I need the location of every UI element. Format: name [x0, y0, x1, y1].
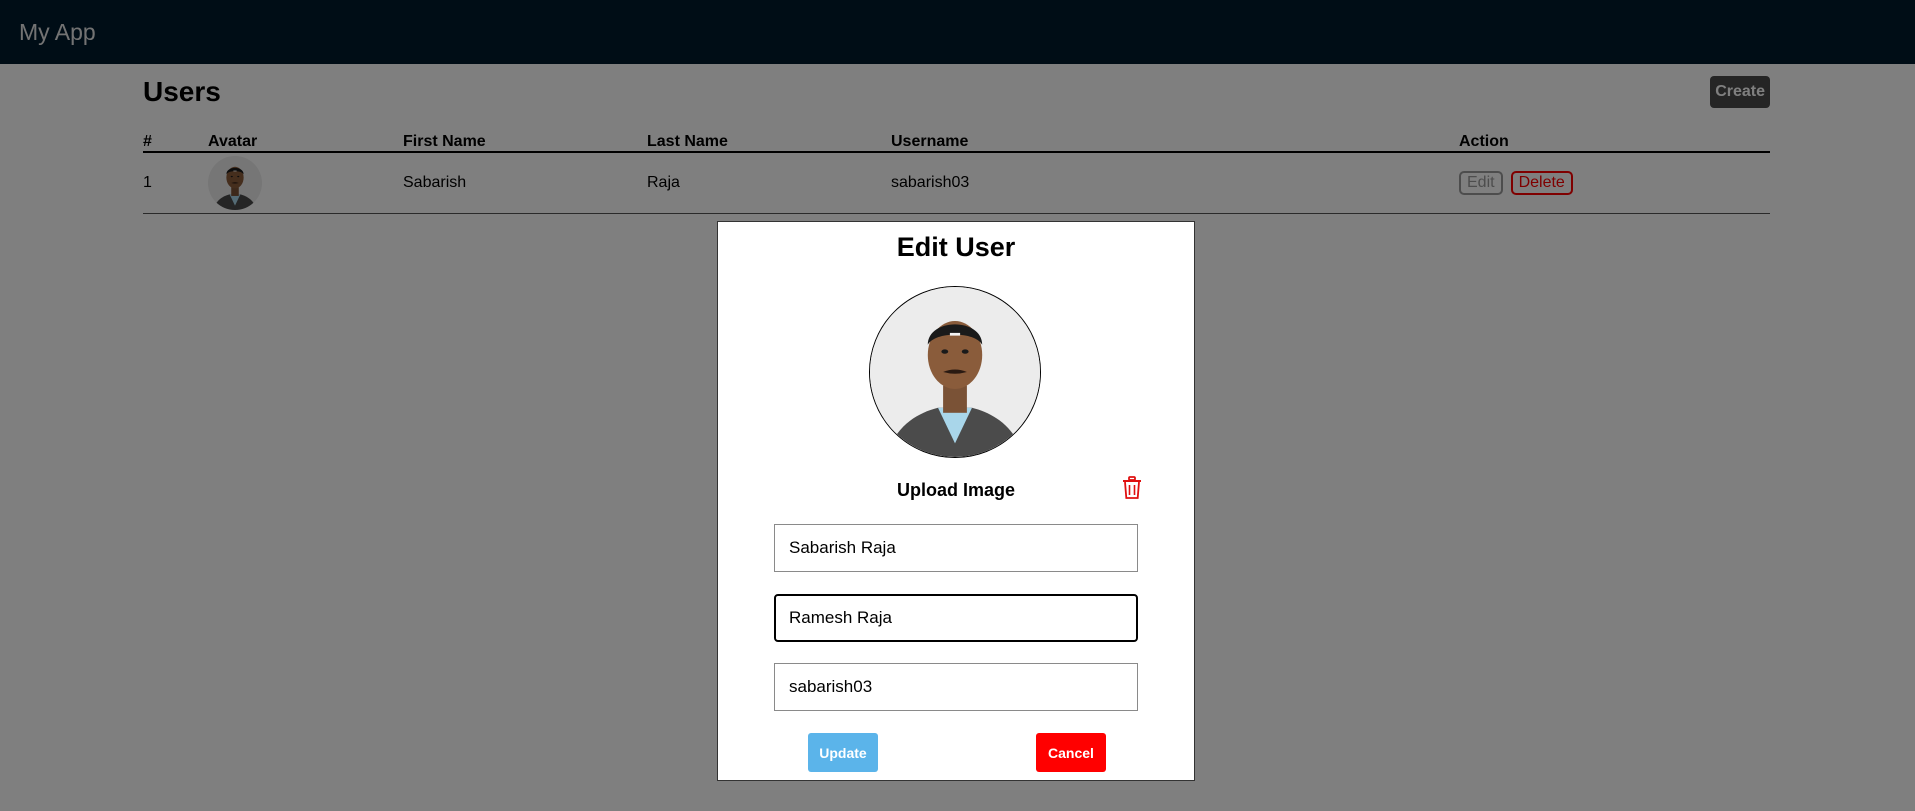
profile-photo [870, 287, 1040, 457]
trash-icon [1123, 476, 1141, 499]
first-name-input[interactable] [774, 524, 1138, 572]
edit-user-modal: Edit User Upload Image Update Cancel [717, 221, 1195, 781]
modal-title: Edit User [896, 232, 1016, 262]
cancel-button[interactable]: Cancel [1036, 733, 1106, 772]
profile-image[interactable] [869, 286, 1041, 458]
update-button[interactable]: Update [808, 733, 878, 772]
username-input[interactable] [774, 663, 1138, 711]
delete-image-button[interactable] [1121, 476, 1143, 502]
last-name-input[interactable] [774, 594, 1138, 642]
